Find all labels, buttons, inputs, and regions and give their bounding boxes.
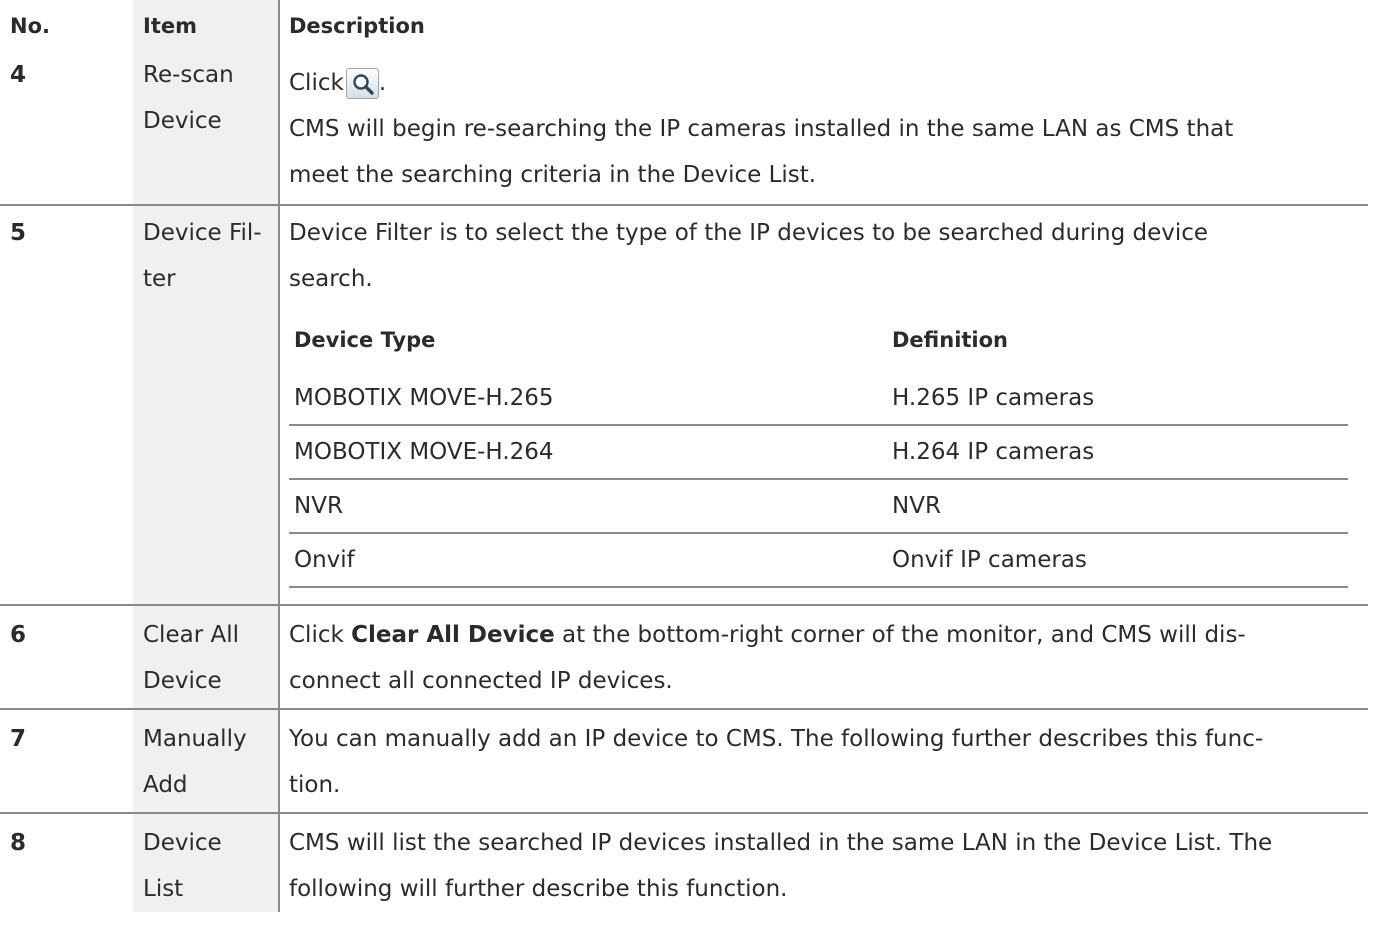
item-line: Device [143, 108, 222, 134]
description-line: search. [289, 266, 373, 292]
device-type-cell: Onvif [289, 533, 892, 588]
description-line: meet the searching criteria in the Devic… [289, 162, 817, 188]
item-line: ter [143, 266, 176, 292]
row-item: Clear All Device [133, 605, 280, 710]
item-line: Clear All [143, 622, 239, 648]
function-table: No. Item Description 4 Re-scan Device Cl… [0, 0, 1368, 912]
document-page: No. Item Description 4 Re-scan Device Cl… [0, 0, 1373, 938]
row-number: 5 [0, 205, 133, 606]
row-number: 7 [0, 709, 133, 814]
item-line: Manually [143, 726, 247, 752]
item-line: List [143, 876, 184, 902]
definition-cell: H.264 IP cameras [892, 425, 1348, 480]
row-number: 8 [10, 830, 27, 856]
device-type-row: Onvif Onvif IP cameras [289, 533, 1348, 588]
table-row: 7 Manually Add You can manually add an I… [0, 709, 1368, 814]
magnifier-icon [353, 73, 374, 95]
description-line: Device Filter is to select the type of t… [289, 220, 1209, 246]
item-line: Device [143, 668, 222, 694]
device-type-header: Device Type [294, 328, 436, 352]
device-type-row: NVR NVR [289, 479, 1348, 534]
description-line: tion. [289, 772, 341, 798]
description-line: You can manually add an IP device to CMS… [289, 726, 1264, 752]
item-line: Device [143, 830, 222, 856]
definition-header: Definition [892, 328, 1009, 352]
device-type-table: Device Type Definition MOBOTIX MOVE-H.26… [289, 312, 1348, 588]
row-item: Device Fil- ter [133, 205, 280, 606]
click-instruction: Click . [289, 60, 1348, 106]
row-item: Re-scan Device [133, 52, 280, 206]
row-description: CMS will list the searched IP devices in… [279, 813, 1368, 912]
description-line: following will further describe this fun… [289, 876, 788, 902]
click-text: Click [289, 70, 344, 96]
device-type-row: MOBOTIX MOVE-H.264 H.264 IP cameras [289, 425, 1348, 480]
click-period: . [378, 70, 387, 96]
description-line: Click Clear All Device at the bottom-rig… [289, 612, 1348, 658]
row-description: Click Clear All Device at the bottom-rig… [279, 605, 1368, 710]
table-row: 8 Device List CMS will list the searched… [0, 813, 1368, 912]
table-header-row: No. Item Description [0, 0, 1368, 52]
item-line: Device Fil- [143, 220, 262, 246]
table-row: 5 Device Fil- ter Device Filter is to se… [0, 205, 1368, 606]
device-type-header-row: Device Type Definition [289, 312, 1348, 372]
description-line: CMS will begin re-searching the IP camer… [289, 116, 1234, 142]
search-button[interactable] [345, 67, 379, 99]
row-description: Device Filter is to select the type of t… [279, 205, 1368, 606]
row-item: Device List [133, 813, 280, 912]
item-line: Add [143, 772, 188, 798]
device-type-row: MOBOTIX MOVE-H.265 H.265 IP cameras [289, 372, 1348, 426]
table-row: 6 Clear All Device Click Clear All Devic… [0, 605, 1368, 710]
row-number: 4 [0, 52, 133, 206]
definition-cell: H.265 IP cameras [892, 372, 1348, 426]
clear-all-device-label: Clear All Device [351, 622, 555, 648]
definition-cell: Onvif IP cameras [892, 533, 1348, 588]
row-item: Manually Add [133, 709, 280, 814]
device-type-cell: MOBOTIX MOVE-H.265 [289, 372, 892, 426]
header-no: No. [10, 14, 50, 38]
description-text: at the bottom-right corner of the monito… [554, 622, 1246, 648]
definition-cell: NVR [892, 479, 1348, 534]
description-line: CMS will list the searched IP devices in… [289, 830, 1273, 856]
device-type-cell: MOBOTIX MOVE-H.264 [289, 425, 892, 480]
header-description: Description [289, 14, 425, 38]
row-description: You can manually add an IP device to CMS… [279, 709, 1368, 814]
row-number: 6 [0, 605, 133, 710]
table-row: 4 Re-scan Device Click . CMS will begin … [0, 52, 1368, 206]
header-item: Item [133, 0, 280, 52]
item-line: Re-scan [143, 62, 234, 88]
device-type-cell: NVR [289, 479, 892, 534]
click-text: Click [289, 622, 352, 648]
description-line: connect all connected IP devices. [289, 668, 673, 694]
row-description: Click . CMS will begin re-searching the … [279, 52, 1368, 206]
